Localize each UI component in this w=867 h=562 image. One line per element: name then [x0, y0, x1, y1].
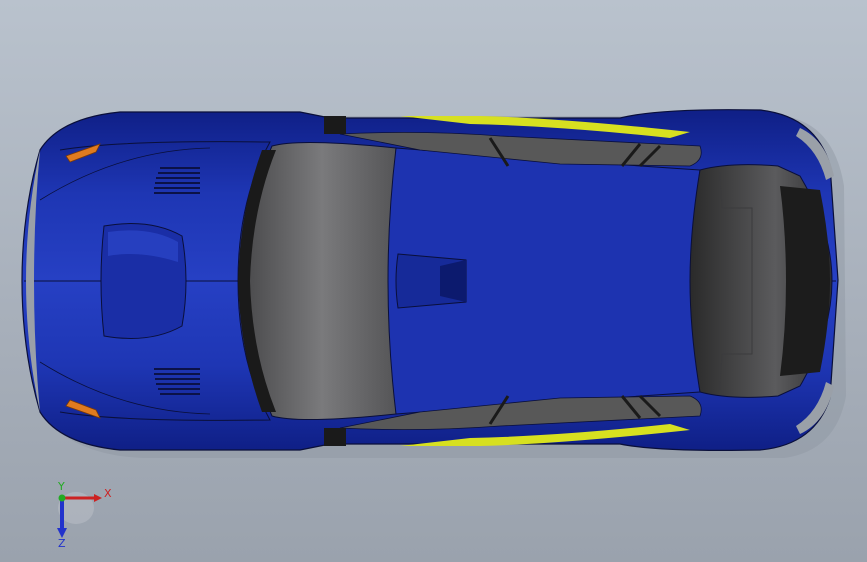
mirror-left	[324, 116, 346, 134]
z-axis-label: Z	[58, 537, 66, 548]
x-axis-label: X	[104, 487, 112, 500]
car-model-top-view[interactable]	[0, 0, 867, 562]
x-axis-arrow	[94, 494, 102, 502]
y-axis-label: Y	[57, 480, 65, 493]
y-axis-dot	[58, 494, 66, 502]
graphics-viewport[interactable]: X Y Z	[0, 0, 867, 562]
mirror-right	[324, 428, 346, 446]
view-orientation-triad: X Y Z	[57, 480, 112, 548]
windshield	[247, 141, 397, 421]
roof-vent-opening	[440, 260, 466, 302]
rear-spoiler	[780, 186, 830, 376]
